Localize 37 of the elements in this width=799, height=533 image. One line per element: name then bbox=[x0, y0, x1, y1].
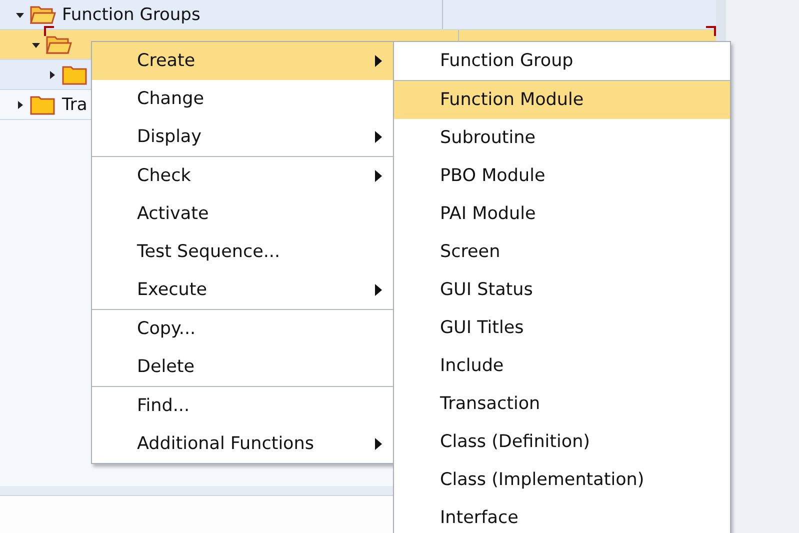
menu-item[interactable]: Delete bbox=[92, 348, 393, 386]
menu-item[interactable]: Screen bbox=[394, 233, 730, 271]
menu-item[interactable]: Display bbox=[92, 118, 393, 156]
menu-item[interactable]: Include bbox=[394, 347, 730, 385]
submenu-arrow-icon bbox=[375, 55, 382, 67]
menu-item[interactable]: Find... bbox=[92, 387, 393, 425]
menu-item[interactable]: PAI Module bbox=[394, 195, 730, 233]
menu-item[interactable]: PBO Module bbox=[394, 157, 730, 195]
submenu-arrow-icon bbox=[375, 438, 382, 450]
menu-item[interactable]: Create bbox=[92, 42, 393, 80]
menu-item[interactable]: Execute bbox=[92, 271, 393, 309]
menu-item[interactable]: Activate bbox=[92, 195, 393, 233]
focus-frame-corner bbox=[44, 26, 54, 36]
expander-icon[interactable] bbox=[16, 100, 24, 108]
tree-row[interactable]: Function Groups bbox=[0, 0, 716, 30]
menu-item[interactable]: Subroutine bbox=[394, 119, 730, 157]
menu-item[interactable]: Additional Functions bbox=[92, 425, 393, 463]
menu-item[interactable]: Test Sequence... bbox=[92, 233, 393, 271]
expander-icon[interactable] bbox=[32, 40, 40, 48]
menu-item[interactable]: GUI Titles bbox=[394, 309, 730, 347]
menu-item[interactable]: Check bbox=[92, 157, 393, 195]
menu-item[interactable]: Copy... bbox=[92, 310, 393, 348]
menu-item[interactable]: Change bbox=[92, 80, 393, 118]
menu-item[interactable]: Interface bbox=[394, 499, 730, 533]
menu-item[interactable]: GUI Status bbox=[394, 271, 730, 309]
expander-icon[interactable] bbox=[16, 10, 24, 18]
submenu-arrow-icon bbox=[375, 170, 382, 182]
menu-item[interactable]: Class (Implementation) bbox=[394, 461, 730, 499]
submenu-arrow-icon bbox=[375, 131, 382, 143]
menu-item[interactable]: Function Group bbox=[394, 42, 730, 80]
expander-icon[interactable] bbox=[48, 70, 56, 78]
tree-label: Function Groups bbox=[62, 4, 200, 24]
tree-label: Tra bbox=[62, 94, 88, 114]
menu-item[interactable]: Class (Definition) bbox=[394, 423, 730, 461]
submenu-arrow-icon bbox=[375, 284, 382, 296]
menu-item[interactable]: Function Module bbox=[394, 81, 730, 119]
menu-item[interactable]: Transaction bbox=[394, 385, 730, 423]
